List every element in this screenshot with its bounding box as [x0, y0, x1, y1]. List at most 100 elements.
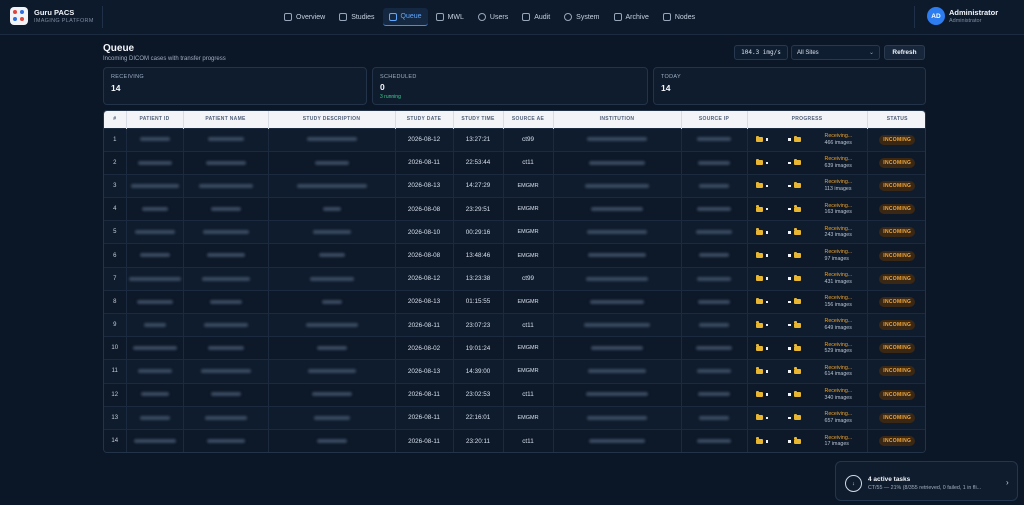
table-row[interactable]: 6 2026-08-08 13:48:46 EMGMR Receiving...… — [104, 243, 925, 268]
folder-icon — [755, 228, 763, 235]
col-header-status[interactable]: STATUS — [867, 111, 925, 128]
table-header: # PATIENT ID PATIENT NAME STUDY DESCRIPT… — [104, 111, 925, 128]
folder-icon — [793, 228, 801, 235]
table-row[interactable]: 14 2026-08-11 23:20:11 ct11 Receiving...… — [104, 429, 925, 452]
table-row[interactable]: 11 2026-08-13 14:39:00 EMGMR Receiving..… — [104, 359, 925, 384]
redacted-value — [139, 137, 170, 142]
table-row[interactable]: 9 2026-08-11 23:07:23 ct11 Receiving... … — [104, 313, 925, 337]
table-row[interactable]: 3 2026-08-13 14:27:29 EMGMR Receiving...… — [104, 174, 925, 198]
table-row[interactable]: 1 2026-08-12 13:27:21 ct99 Receiving... … — [104, 128, 925, 152]
table-row[interactable]: 2 2026-08-11 22:53:44 ct11 Receiving... … — [104, 151, 925, 175]
col-header-progress[interactable]: PROGRESS — [747, 111, 868, 128]
row-number: 13 — [104, 406, 127, 430]
source-ip-cell — [681, 290, 748, 314]
folder-icon — [755, 344, 763, 351]
progress-ring-icon: ↓ — [845, 475, 862, 492]
study-time-cell: 23:20:11 — [453, 429, 504, 452]
institution-cell — [553, 383, 682, 407]
patient-name-cell — [183, 383, 269, 407]
folder-icon — [793, 251, 801, 259]
table-row[interactable]: 13 2026-08-11 22:16:01 EMGMR Receiving..… — [104, 406, 925, 430]
progress-cell: Receiving... 431 images — [747, 267, 868, 291]
nav-studies[interactable]: Studies — [333, 8, 380, 26]
status-cell: INCOMING — [867, 198, 925, 221]
site-select-value: All Sites — [797, 49, 819, 56]
nav-queue[interactable]: Queue — [382, 8, 428, 26]
status-cell: INCOMING — [867, 360, 925, 383]
redacted-value — [139, 415, 170, 420]
study-time-cell: 19:01:24 — [453, 336, 504, 360]
chevron-right-icon[interactable]: › — [1006, 478, 1009, 487]
nav-system[interactable]: System — [558, 8, 605, 26]
row-number: 11 — [104, 359, 127, 384]
redacted-value — [589, 439, 645, 444]
study-description-cell — [268, 313, 396, 337]
nav-mwl[interactable]: MWL — [430, 8, 470, 26]
redacted-value — [696, 230, 732, 235]
stat-card-today: TODAY 14 — [653, 67, 926, 105]
site-select[interactable]: All Sites ⌄ — [791, 45, 880, 60]
institution-cell — [553, 313, 682, 337]
col-header-institution[interactable]: INSTITUTION — [553, 111, 682, 128]
redacted-value — [207, 137, 244, 142]
refresh-button[interactable]: Refresh — [884, 45, 925, 60]
patient-id-cell — [126, 383, 184, 407]
redacted-value — [698, 392, 730, 397]
redacted-value — [588, 253, 646, 258]
progress-cell: Receiving... 156 images — [747, 290, 868, 314]
status-cell: INCOMING — [867, 151, 925, 174]
col-header-number[interactable]: # — [104, 111, 127, 128]
progress-cell: Receiving... 97 images — [747, 243, 868, 268]
redacted-value — [198, 183, 253, 188]
nav-audit[interactable]: Audit — [516, 8, 556, 26]
folder-icon — [793, 297, 801, 305]
progress-cell: Receiving... 657 images — [747, 406, 868, 430]
folder-icon — [755, 135, 763, 143]
col-header-study-description[interactable]: STUDY DESCRIPTION — [268, 111, 396, 128]
col-header-study-time[interactable]: STUDY TIME — [453, 111, 504, 128]
patient-id-cell — [126, 336, 184, 360]
progress-status: Receiving... — [824, 295, 853, 302]
col-header-source-ae[interactable]: SOURCE AE — [503, 111, 554, 128]
redacted-value — [132, 346, 177, 351]
status-badge: INCOMING — [879, 250, 916, 261]
redacted-value — [133, 439, 176, 444]
nav-nodes[interactable]: Nodes — [657, 8, 701, 26]
table-row[interactable]: 12 2026-08-11 23:02:53 ct11 Receiving...… — [104, 383, 925, 407]
image-count: 431 images — [824, 278, 852, 285]
redacted-value — [697, 369, 731, 374]
nav-archive[interactable]: Archive — [608, 8, 655, 26]
redacted-value — [296, 183, 367, 188]
row-number: 8 — [104, 290, 127, 314]
row-number: 3 — [104, 174, 127, 198]
image-count: 17 images — [824, 441, 849, 448]
col-header-source-ip[interactable]: SOURCE IP — [681, 111, 748, 128]
active-tasks-panel[interactable]: ↓ 4 active tasks CT/55 — 21% (8/355 retr… — [835, 461, 1018, 501]
folder-icon — [755, 158, 763, 166]
square-icon — [788, 254, 791, 257]
redacted-value — [316, 346, 347, 351]
col-header-patient-id[interactable]: PATIENT ID — [126, 111, 184, 128]
study-date-cell: 2026-08-11 — [395, 383, 454, 407]
brand[interactable]: Guru PACS IMAGING PLATFORM — [10, 7, 94, 25]
progress-cell: Receiving... 614 images — [747, 359, 868, 384]
col-header-patient-name[interactable]: PATIENT NAME — [183, 111, 269, 128]
nav-users[interactable]: Users — [472, 8, 514, 26]
user-menu[interactable]: AD Administrator Administrator — [917, 7, 998, 25]
study-date-cell: 2026-08-11 — [395, 151, 454, 175]
table-row[interactable]: 10 2026-08-02 19:01:24 EMGMR Receiving..… — [104, 336, 925, 360]
table-row[interactable]: 8 2026-08-13 01:15:55 EMGMR Receiving...… — [104, 290, 925, 314]
progress-status: Receiving... — [824, 318, 853, 325]
queue-icon — [388, 12, 397, 21]
nav-label: MWL — [447, 13, 464, 21]
nav-overview[interactable]: Overview — [278, 8, 331, 26]
stat-label: SCHEDULED — [380, 74, 417, 80]
table-row[interactable]: 5 2026-08-10 00:29:16 EMGMR Receiving...… — [104, 220, 925, 244]
table-row[interactable]: 4 2026-08-08 23:29:51 EMGMR Receiving...… — [104, 197, 925, 221]
redacted-value — [206, 253, 245, 258]
col-header-study-date[interactable]: STUDY DATE — [395, 111, 454, 128]
study-time-cell: 14:39:00 — [453, 359, 504, 384]
image-count: 639 images — [824, 162, 852, 169]
table-row[interactable]: 7 2026-08-12 13:23:38 ct99 Receiving... … — [104, 267, 925, 291]
tasks-detail: CT/55 — 21% (8/355 retrieved, 0 failed, … — [868, 485, 982, 491]
